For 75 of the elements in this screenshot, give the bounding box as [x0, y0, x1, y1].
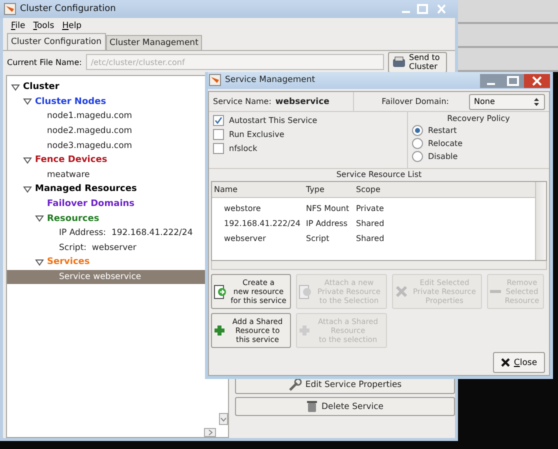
app-icon: [4, 3, 16, 15]
spinner-arrows-icon: [533, 96, 540, 106]
tab[interactable]: Cluster Management: [106, 35, 202, 50]
field-label: Current File Name:: [7, 58, 82, 66]
plus-icon: [214, 325, 225, 336]
group-title: Recovery Policy: [447, 114, 510, 123]
column-header[interactable]: Scope: [354, 185, 380, 194]
radio-button[interactable]: [412, 125, 423, 136]
radio-button[interactable]: [412, 151, 423, 162]
send-icon: [392, 56, 406, 68]
table-cell-text: IP Address: [305, 219, 349, 228]
table-cell-text: NFS Mount: [305, 204, 350, 213]
table-cell-text: webstore: [223, 204, 262, 213]
menu-item[interactable]: Tools: [33, 20, 54, 30]
tree-item[interactable]: node2.magedu.com: [7, 124, 205, 138]
tree-item[interactable]: Failover Domains: [7, 196, 205, 212]
new-document-icon: [214, 284, 227, 298]
service-name: webservice: [275, 96, 330, 106]
expander-icon[interactable]: [23, 97, 32, 106]
minus-icon: [490, 289, 501, 294]
window-title: Cluster Configuration: [20, 4, 116, 14]
table-cell-text: Private: [355, 204, 384, 213]
table-cell-text: Shared: [355, 219, 384, 228]
field-label: Failover Domain:: [382, 97, 449, 106]
tree-item[interactable]: Service webservice: [7, 270, 205, 284]
plus-icon: [299, 325, 310, 336]
checkbox[interactable]: [213, 129, 224, 140]
tree-item[interactable]: Cluster Nodes: [7, 94, 205, 110]
failover-domain-select[interactable]: None: [469, 94, 545, 110]
tree-item[interactable]: Resources: [7, 211, 205, 226]
checkbox[interactable]: [213, 115, 224, 126]
expander-icon[interactable]: [11, 82, 20, 92]
section-title: Service Resource List: [335, 169, 423, 181]
expander-icon[interactable]: [35, 258, 44, 267]
checkbox-label: Run Exclusive: [229, 130, 284, 139]
field-label: Service Name:: [213, 97, 272, 106]
table-cell-text: webserver: [223, 234, 267, 243]
column-header[interactable]: Type: [304, 185, 354, 194]
close-button[interactable]: Close: [493, 352, 545, 373]
tree-item[interactable]: node3.magedu.com: [7, 138, 205, 153]
new-document-icon: [299, 284, 312, 298]
checkbox-label: nfslock: [229, 144, 258, 153]
scroll-right-icon[interactable]: [204, 428, 216, 437]
tree-item[interactable]: Fence Devices: [7, 152, 205, 168]
column-header[interactable]: Name: [212, 185, 304, 194]
radio-label: Disable: [428, 152, 458, 161]
table-cell-text: 192.168.41.222/24: [223, 219, 302, 228]
checkbox[interactable]: [213, 143, 224, 154]
menu-item[interactable]: Help: [62, 20, 82, 30]
checkbox-label: Autostart This Service: [229, 116, 318, 125]
scroll-down-icon[interactable]: [219, 413, 228, 425]
radio-button[interactable]: [412, 138, 423, 149]
tree-item[interactable]: Managed Resources: [7, 182, 205, 197]
tree-item[interactable]: node1.magedu.com: [7, 109, 205, 124]
tree-item[interactable]: Script: webserver: [7, 240, 205, 256]
tree-item[interactable]: IP Address: 192.168.41.222/24: [7, 226, 205, 241]
close-icon: [500, 358, 510, 367]
window-title: Service Management: [225, 75, 316, 85]
table-cell-text: Script: [305, 234, 330, 243]
wrench-icon: [288, 378, 302, 392]
expander-icon[interactable]: [23, 156, 32, 165]
radio-label: Relocate: [428, 139, 463, 148]
expander-icon[interactable]: [35, 214, 44, 224]
menu-item[interactable]: File: [11, 20, 26, 30]
send-button[interactable]: Send to Cluster: [388, 52, 447, 72]
window-controls-icon[interactable]: [480, 74, 550, 89]
tree-item[interactable]: Cluster: [7, 80, 205, 95]
tab[interactable]: Cluster Configuration: [7, 33, 106, 50]
table-cell-text: Shared: [355, 234, 384, 243]
vertical-scrollbar[interactable]: [535, 182, 546, 260]
trash-icon: [306, 400, 318, 413]
tree-item[interactable]: meatware: [7, 168, 205, 182]
radio-label: Restart: [428, 126, 457, 135]
service-button[interactable]: Delete Service: [235, 397, 455, 416]
expander-icon[interactable]: [23, 184, 32, 194]
